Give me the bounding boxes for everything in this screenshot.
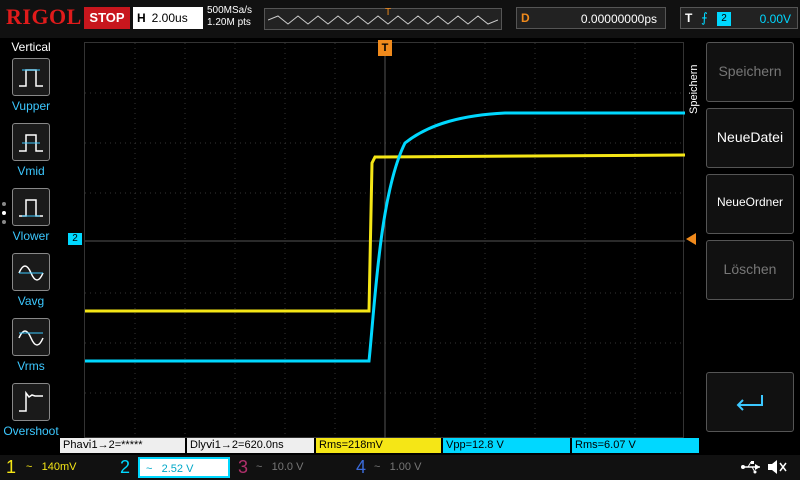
vlower-label: Vlower — [12, 229, 50, 243]
vavg-button[interactable] — [12, 253, 50, 291]
overview-wave — [268, 15, 498, 25]
ch2-number[interactable]: 2 — [120, 455, 130, 480]
left-menu-title: Vertical — [11, 40, 51, 54]
channel-bar: 1 ~ 140mV 2 ~ 2.52 V 3 ~ 10.0 V 4 ~ 1.00… — [0, 455, 800, 480]
trigger-position-marker[interactable]: T — [378, 40, 392, 56]
right-menu-title: Speichern — [688, 64, 700, 114]
ch2-coupling-icon: ~ — [146, 463, 153, 475]
ch3-scale: 10.0 V — [271, 461, 304, 473]
ch1-scale: 140mV — [41, 461, 77, 473]
sample-rate: 500MSa/s — [207, 5, 253, 16]
trigger-level: 0.00V — [759, 12, 791, 26]
vrms-button[interactable] — [12, 318, 50, 356]
neuedatei-button[interactable]: NeueDatei — [706, 108, 794, 168]
measurement-ch1-rms[interactable]: Rms=218mV — [316, 438, 442, 453]
measurement-ch2-vpp[interactable]: Vpp=12.8 V — [443, 438, 571, 453]
ch1-coupling-icon: ~ — [26, 461, 33, 473]
vavg-icon — [18, 265, 44, 281]
acquisition-info: 500MSa/s 1.20M pts — [207, 5, 252, 29]
ch3-number[interactable]: 3 — [238, 455, 248, 480]
ch2-setting[interactable]: ~ 2.52 V — [138, 457, 230, 478]
measurement-phase[interactable]: Phaⅵ1→2=***** — [60, 438, 186, 453]
waveform-display[interactable] — [84, 42, 685, 439]
vupper-icon — [19, 69, 43, 87]
loeschen-button[interactable]: Löschen — [706, 240, 794, 300]
return-button[interactable] — [706, 372, 794, 432]
vlower-icon — [19, 199, 43, 217]
delay-value: 0.00000000ps — [580, 12, 657, 26]
speichern-button[interactable]: Speichern — [706, 42, 794, 102]
trigger-source: 2 — [717, 12, 731, 26]
vavg-label: Vavg — [17, 294, 45, 308]
ch1-setting[interactable]: ~ 140mV — [26, 457, 106, 478]
measurement-delay[interactable]: Dlyⅵ1→2=620.0ns — [187, 438, 315, 453]
waveform-overview[interactable]: T — [264, 7, 502, 30]
delay-indicator[interactable]: D 0.00000000ps — [516, 7, 666, 29]
ch2-scale: 2.52 V — [161, 463, 194, 475]
measurement-bar: Phaⅵ1→2=***** Dlyⅵ1→2=620.0ns Rms=218mV … — [60, 438, 740, 453]
rising-edge-icon: ⨍ — [701, 10, 708, 25]
vmid-button[interactable] — [12, 123, 50, 161]
return-arrow-icon — [736, 395, 763, 411]
run-stop-button[interactable]: STOP — [84, 7, 130, 29]
ch4-number[interactable]: 4 — [356, 455, 366, 480]
overshoot-label: Overshoot — [3, 424, 59, 438]
trigger-label: T — [685, 11, 693, 25]
measurement-ch2-rms[interactable]: Rms=6.07 V — [572, 438, 700, 453]
usb-icon — [741, 461, 760, 474]
neueordner-button[interactable]: NeueOrdner — [706, 174, 794, 234]
neueordner-label: NeueOrdner — [716, 195, 784, 209]
vmid-icon — [19, 134, 43, 152]
vupper-label: Vupper — [11, 99, 51, 113]
ch3-setting[interactable]: ~ 10.0 V — [256, 457, 346, 478]
waveform-grid — [85, 43, 685, 439]
brand-logo: RIGOL — [6, 4, 82, 29]
ch1-number[interactable]: 1 — [6, 455, 16, 480]
vlower-button[interactable] — [12, 188, 50, 226]
overview-trigger-marker: T — [385, 7, 392, 18]
trigger-indicator[interactable]: T ⨍ 2 0.00V — [680, 7, 798, 29]
trigger-level-marker[interactable] — [686, 233, 696, 245]
menu-page-dots — [2, 202, 6, 224]
loeschen-label: Löschen — [723, 261, 777, 277]
ch4-coupling-icon: ~ — [374, 461, 381, 473]
timebase-value: 2.00us — [151, 11, 188, 25]
overshoot-button[interactable] — [12, 383, 50, 421]
vrms-icon — [18, 330, 44, 346]
speichern-label: Speichern — [718, 63, 782, 79]
speaker-muted-icon[interactable] — [766, 459, 788, 475]
timebase-indicator[interactable]: H 2.00us — [133, 7, 203, 29]
ch2-offset-marker[interactable]: 2 — [68, 233, 82, 245]
delay-label: D — [521, 11, 530, 25]
ch4-scale: 1.00 V — [389, 461, 422, 473]
vmid-label: Vmid — [17, 164, 45, 178]
timebase-label: H — [137, 11, 146, 25]
neuedatei-label: NeueDatei — [716, 129, 784, 145]
memory-depth: 1.20M pts — [207, 17, 251, 28]
overshoot-icon — [19, 390, 43, 412]
ch3-coupling-icon: ~ — [256, 461, 263, 473]
vrms-label: Vrms — [17, 359, 45, 373]
vupper-button[interactable] — [12, 58, 50, 96]
ch4-setting[interactable]: ~ 1.00 V — [374, 457, 464, 478]
